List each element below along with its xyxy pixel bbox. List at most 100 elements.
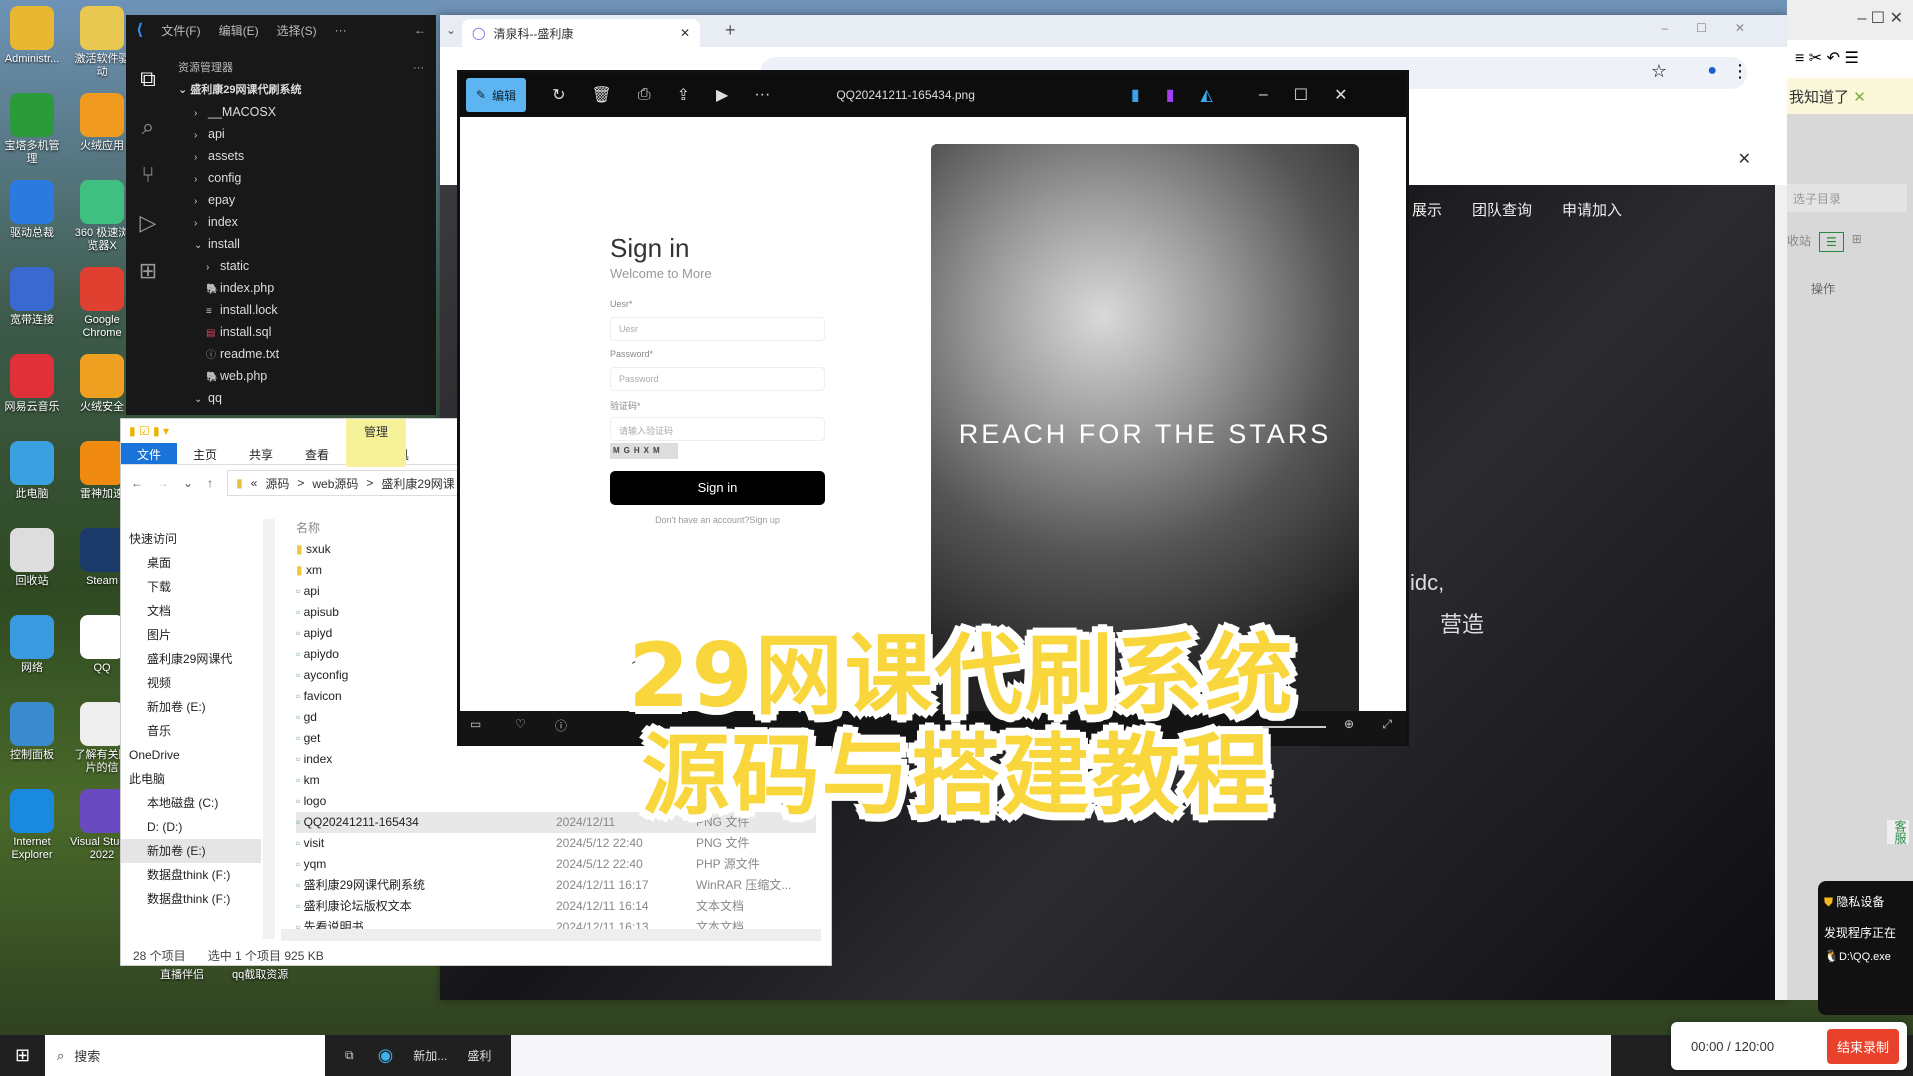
menu-edit[interactable]: 编辑(E) (219, 22, 259, 39)
user-input[interactable]: Uesr (610, 317, 825, 341)
desktop-icon[interactable]: 火绒应用 (70, 91, 134, 178)
run-debug-icon[interactable]: ▷ (126, 199, 170, 247)
tree-item[interactable]: ⌄ qq (178, 387, 436, 409)
infobar-close-icon[interactable]: ✕ (1738, 149, 1751, 169)
ribbon-tab[interactable]: 文件 (121, 443, 178, 464)
search-icon[interactable]: ⌕ (126, 103, 170, 151)
print-icon[interactable]: ⎙ (638, 86, 651, 104)
share-icon[interactable]: ⇪ (677, 85, 690, 105)
minimize-icon[interactable]: – (1259, 86, 1268, 104)
more-icon[interactable]: ··· (754, 86, 770, 104)
recycle-label[interactable]: 收站 (1787, 232, 1811, 252)
tree-item[interactable]: 🐘 index.php (178, 277, 436, 299)
tree-item[interactable]: › static (178, 255, 436, 277)
nav-item[interactable]: 新加卷 (E:) (121, 839, 261, 863)
password-input[interactable]: Password (610, 367, 825, 391)
app-icon-2[interactable]: ▮ (1166, 85, 1175, 105)
tree-item[interactable]: ⓘ readme.txt (178, 343, 436, 365)
tree-item[interactable]: ▤ install.sql (178, 321, 436, 343)
desktop-icon[interactable]: 360 极速浏览器X (70, 178, 134, 265)
list-view-icon[interactable]: ☰ (1819, 232, 1844, 252)
edit-button[interactable]: ✎ 编辑 (466, 78, 527, 112)
extensions-icon[interactable]: ⊞ (126, 247, 170, 295)
desktop-icon[interactable]: 激活软件驱动 (70, 4, 134, 91)
desktop-label-qq-resource[interactable]: qq截取资源 (232, 966, 288, 982)
desktop-icon[interactable]: Administr... (0, 4, 64, 91)
start-icon[interactable]: ⊞ (0, 1045, 45, 1066)
nav-item[interactable]: 快速访问 (121, 527, 261, 551)
source-control-icon[interactable]: ⑂ (126, 151, 170, 199)
ribbon-tab[interactable]: 主页 (177, 443, 233, 464)
file-row[interactable]: ▫ yqm 2024/5/12 22:40 PHP 源文件 (296, 854, 816, 875)
tree-item[interactable]: › epay (178, 189, 436, 211)
delete-icon[interactable]: 🗑 (591, 85, 611, 105)
side-app-toolbar[interactable]: ≡ ✂ ↶ ☰ (1787, 40, 1913, 78)
back-arrow-icon[interactable]: ← (414, 23, 426, 37)
desktop-icon[interactable]: 网易云音乐 (0, 352, 64, 439)
tree-item[interactable]: › __MACOSX (178, 101, 436, 123)
nav-item[interactable]: 数据盘think (F:) (121, 887, 261, 911)
profile-avatar-icon[interactable]: ● (1707, 62, 1717, 80)
app-icon-3[interactable]: ◭ (1201, 85, 1213, 105)
menu-select[interactable]: 选择(S) (277, 22, 317, 39)
bookmark-star-icon[interactable]: ☆ (1651, 61, 1667, 82)
manage-tab[interactable]: 管理 (346, 419, 406, 467)
sign-in-button[interactable]: Sign in (610, 471, 825, 505)
desktop-icon[interactable]: 驱动总裁 (0, 178, 64, 265)
edge-icon[interactable]: ◉ (378, 1045, 394, 1066)
tree-item[interactable]: › assets (178, 145, 436, 167)
desktop-label-livestream[interactable]: 直播伴侣 (160, 966, 204, 982)
recent-icon[interactable]: ⌄ (183, 476, 193, 490)
hscrollbar[interactable] (281, 929, 821, 941)
page-scrollbar[interactable] (1775, 185, 1787, 1000)
slideshow-icon[interactable]: ▶ (716, 85, 728, 105)
browser-tab[interactable]: ◯ 清泉科--盛利康 ✕ (462, 19, 700, 47)
file-row[interactable]: ▫ 盛利康论坛版权文本 2024/12/11 16:14 文本文档 (296, 896, 816, 917)
breadcrumb-item[interactable]: 盛利康29网课 (381, 475, 454, 492)
browser-menu-icon[interactable]: ⋮ (1731, 61, 1749, 82)
grid-view-icon[interactable]: ⊞ (1852, 232, 1862, 252)
breadcrumb-item[interactable]: web源码 (312, 475, 358, 492)
desktop-icon[interactable]: 宽带连接 (0, 265, 64, 352)
nav-link-team[interactable]: 团队查询 (1472, 199, 1532, 220)
breadcrumb-item[interactable]: « (251, 476, 258, 490)
taskbar-search[interactable]: ⌕ 搜索 (45, 1035, 325, 1076)
nav-link-apply[interactable]: 申请加入 (1562, 199, 1622, 220)
tree-item[interactable]: › api (178, 123, 436, 145)
rotate-icon[interactable]: ↻ (552, 85, 565, 105)
back-icon[interactable]: ← (131, 476, 143, 490)
file-row[interactable]: ▫ visit 2024/5/12 22:40 PNG 文件 (296, 833, 816, 854)
notice-dismiss[interactable]: 我知道了 (1789, 89, 1849, 106)
up-icon[interactable]: ↑ (207, 476, 213, 490)
sign-up-link[interactable]: Don't have an account?Sign up (610, 515, 825, 525)
taskbar-item[interactable]: 新加... (413, 1047, 447, 1064)
privacy-notification[interactable]: ⛊ 隐私设备 发现程序正在 🐧D:\QQ.exe (1818, 881, 1913, 1015)
desktop-icon[interactable]: Google Chrome (70, 265, 134, 352)
breadcrumb-item[interactable]: > (366, 476, 373, 490)
desktop-icon[interactable]: 此电脑 (0, 439, 64, 526)
tree-item[interactable]: ⌄ install (178, 233, 436, 255)
captcha-input[interactable]: 请输入验证码 (610, 417, 825, 441)
task-view-icon[interactable]: ⧉ (345, 1048, 354, 1063)
menu-file[interactable]: 文件(F) (161, 22, 200, 39)
tree-item[interactable]: › config (178, 167, 436, 189)
window-controls[interactable]: –☐✕ (1662, 21, 1774, 35)
notice-close-icon[interactable]: ✕ (1853, 89, 1866, 106)
new-tab-button[interactable]: + (725, 20, 736, 41)
captcha-image[interactable]: MGHXM (610, 443, 678, 459)
tab-list-chevron-icon[interactable]: ⌄ (446, 23, 456, 37)
ribbon-tab[interactable]: 查看 (289, 443, 345, 464)
nav-item[interactable]: 桌面 (121, 551, 261, 575)
nav-link-showcase[interactable]: 展示 (1412, 199, 1442, 220)
desktop-icon[interactable]: 回收站 (0, 526, 64, 613)
column-header-name[interactable]: 名称 (296, 519, 320, 536)
explorer-files-icon[interactable]: ⧉ (126, 55, 170, 103)
subdir-search[interactable]: 选子目录 (1787, 184, 1907, 212)
taskbar-item[interactable]: 盛利 (467, 1047, 491, 1064)
ribbon-tab[interactable]: 共享 (233, 443, 289, 464)
tree-item[interactable]: ≡ install.lock (178, 299, 436, 321)
app-icon-1[interactable]: ▮ (1131, 85, 1140, 105)
maximize-icon[interactable]: ☐ (1294, 85, 1308, 105)
desktop-icon[interactable]: 宝塔多机管理 (0, 91, 64, 178)
close-icon[interactable]: ✕ (1334, 85, 1347, 105)
